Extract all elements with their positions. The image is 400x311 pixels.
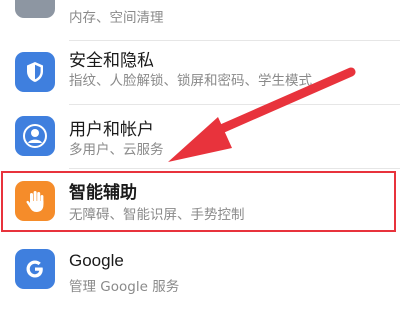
settings-item-subtitle: 指纹、人脸解锁、锁屏和密码、学生模式 — [69, 73, 312, 89]
settings-item-users-accounts[interactable]: 用户和帐户 多用户、云服务 — [0, 105, 400, 167]
settings-item-smart-assist[interactable]: 智能辅助 无障碍、智能识屏、手势控制 — [0, 172, 400, 231]
settings-item-subtitle: 管理 Google 服务 — [69, 279, 180, 295]
settings-item-security-privacy[interactable]: 安全和隐私 指纹、人脸解锁、锁屏和密码、学生模式 — [0, 41, 400, 103]
settings-item-title: 智能辅助 — [69, 183, 137, 203]
settings-item-subtitle: 内存、空间清理 — [69, 10, 164, 26]
settings-item-title: 安全和隐私 — [69, 51, 154, 71]
hand-icon — [15, 181, 55, 221]
google-g-icon — [15, 249, 55, 289]
settings-item-google[interactable]: Google 管理 Google 服务 — [0, 236, 400, 298]
shield-icon — [15, 52, 55, 92]
user-icon — [15, 116, 55, 156]
settings-item-subtitle: 无障碍、智能识屏、手势控制 — [69, 207, 245, 223]
settings-item-storage[interactable]: 内存、空间清理 — [0, 0, 400, 40]
settings-item-subtitle: 多用户、云服务 — [69, 142, 164, 158]
settings-item-title: 用户和帐户 — [69, 120, 154, 140]
divider — [69, 168, 400, 169]
storage-icon — [15, 0, 55, 18]
settings-item-title: Google — [69, 251, 124, 270]
